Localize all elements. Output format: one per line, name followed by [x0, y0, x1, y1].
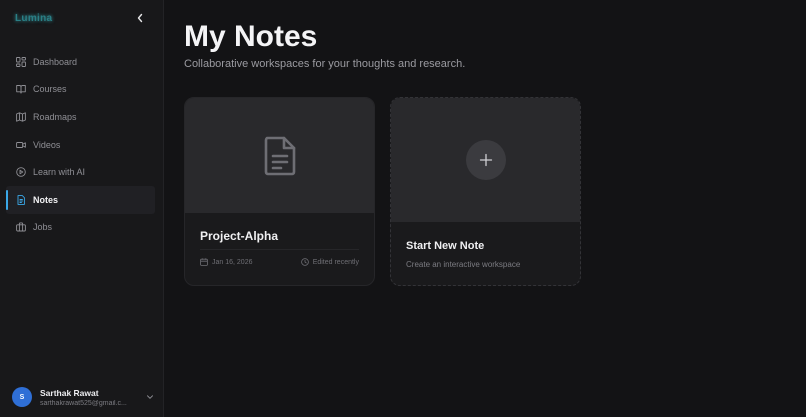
- notes-grid: Project-Alpha Jan 16, 2026 Edited recent…: [184, 97, 786, 286]
- new-note-body: Start New Note Create an interactive wor…: [391, 222, 580, 269]
- note-title: Project-Alpha: [200, 229, 279, 243]
- sidebar-item-label: Notes: [33, 194, 59, 205]
- sidebar-item-courses[interactable]: Courses: [0, 76, 163, 104]
- plus-icon: [479, 153, 492, 167]
- clock-icon: [300, 258, 309, 266]
- brand-logo[interactable]: Lumina: [15, 13, 52, 24]
- chevron-down-icon[interactable]: [146, 393, 154, 401]
- document-icon: [264, 136, 295, 175]
- sidebar-item-label: Videos: [33, 139, 61, 150]
- page-subtitle: Collaborative workspaces for your though…: [184, 58, 466, 70]
- new-note-preview: [391, 98, 580, 222]
- sidebar-item-jobs[interactable]: Jobs: [0, 214, 163, 242]
- note-date-text: Jan 16, 2026: [212, 258, 253, 266]
- main-content: My Notes Collaborative workspaces for yo…: [164, 0, 806, 417]
- sidebar-item-learn-with-ai[interactable]: Learn with AI: [0, 158, 163, 186]
- sidebar-item-dashboard[interactable]: Dashboard: [0, 48, 163, 76]
- brand-row: Lumina: [0, 0, 163, 36]
- page-title: My Notes: [184, 20, 318, 53]
- sidebar: Lumina Dashboard Courses Roadmaps Videos…: [0, 0, 164, 417]
- note-card[interactable]: Project-Alpha Jan 16, 2026 Edited recent…: [184, 97, 375, 286]
- dashboard-icon: [16, 56, 26, 67]
- sidebar-item-label: Roadmaps: [33, 111, 77, 122]
- new-note-card[interactable]: Start New Note Create an interactive wor…: [390, 97, 581, 286]
- sidebar-item-label: Dashboard: [33, 56, 78, 67]
- avatar: S: [12, 387, 32, 407]
- user-email: sarthakrawat525@gmail.c...: [40, 399, 127, 407]
- user-profile-menu[interactable]: S Sarthak Rawat sarthakrawat525@gmail.c.…: [0, 377, 163, 417]
- video-icon: [16, 140, 26, 150]
- sidebar-item-roadmaps[interactable]: Roadmaps: [0, 103, 163, 131]
- collapse-sidebar-button[interactable]: [133, 11, 147, 25]
- book-icon: [16, 84, 26, 94]
- calendar-icon: [200, 258, 208, 266]
- note-card-body: Project-Alpha Jan 16, 2026 Edited recent…: [185, 213, 374, 266]
- play-circle-icon: [16, 167, 26, 177]
- user-name: Sarthak Rawat: [40, 387, 99, 398]
- note-divider: [200, 249, 359, 250]
- sidebar-item-notes[interactable]: Notes: [6, 185, 155, 214]
- note-edited: Edited recently: [300, 258, 359, 266]
- note-card-preview: [185, 98, 374, 213]
- sidebar-item-videos[interactable]: Videos: [0, 131, 163, 159]
- sidebar-item-label: Learn with AI: [33, 167, 86, 178]
- user-info: Sarthak Rawat sarthakrawat525@gmail.c...: [40, 388, 140, 407]
- add-note-button[interactable]: [465, 140, 506, 180]
- note-edited-text: Edited recently: [312, 258, 359, 266]
- map-icon: [16, 112, 26, 122]
- new-note-title: Start New Note: [406, 240, 485, 252]
- sidebar-nav: Dashboard Courses Roadmaps Videos Learn …: [0, 48, 163, 241]
- sidebar-item-label: Jobs: [33, 222, 53, 233]
- note-icon: [16, 194, 26, 205]
- briefcase-icon: [16, 222, 26, 232]
- new-note-subtitle: Create an interactive workspace: [406, 260, 521, 269]
- chevron-left-icon: [137, 13, 143, 23]
- note-date: Jan 16, 2026: [200, 258, 252, 266]
- sidebar-item-label: Courses: [33, 84, 67, 95]
- note-meta: Jan 16, 2026 Edited recently: [200, 258, 359, 266]
